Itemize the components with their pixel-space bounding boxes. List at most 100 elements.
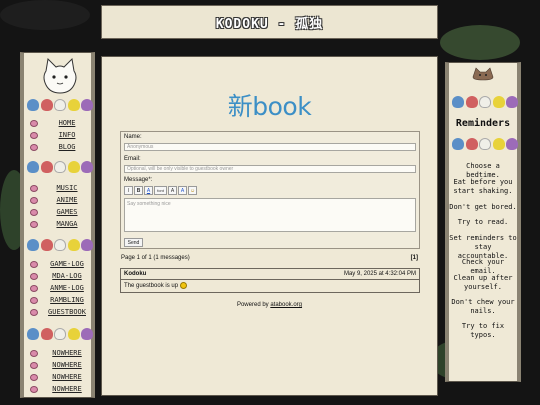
page-number-link[interactable]: [1]	[411, 255, 418, 261]
nav-label: BLOG	[58, 143, 76, 151]
nav-nowhere-2[interactable]: NOWHERE	[30, 361, 92, 369]
critter-icon	[27, 239, 39, 251]
critter-icon	[452, 138, 464, 150]
reminder-item: Set reminders to stay accountable.	[449, 234, 517, 260]
pink-flower-icon	[30, 272, 38, 280]
pink-flower-icon	[30, 373, 38, 381]
pink-flower-icon	[30, 131, 38, 139]
nav-label: MUSIC	[56, 184, 78, 192]
critter-icon	[67, 161, 80, 173]
critter-icon	[54, 99, 66, 111]
reminder-item: Try to fix typos.	[461, 322, 505, 339]
critter-icon	[506, 138, 518, 150]
nav-label: NOWHERE	[52, 385, 82, 393]
critter-row	[27, 99, 93, 112]
critter-icon	[54, 161, 66, 173]
critter-icon	[81, 328, 93, 340]
nav-anime[interactable]: ANIME	[30, 196, 92, 204]
critter-icon	[67, 328, 80, 340]
entry-header: Kodoku May 9, 2025 at 4:32:04 PM	[121, 269, 419, 280]
critter-icon	[40, 99, 53, 111]
reminder-item: Try to read.	[457, 218, 509, 226]
critter-icon	[54, 328, 66, 340]
nav-label: MANGA	[56, 220, 78, 228]
nav-mda-log[interactable]: MDA-LOG	[30, 272, 92, 280]
atabook-link[interactable]: atabook.org	[270, 302, 302, 308]
nav-label: NOWHERE	[52, 373, 82, 381]
bg-foliage	[440, 25, 520, 60]
nav-info[interactable]: INFO	[30, 131, 92, 139]
nav-label: ANME-LOG	[50, 284, 84, 292]
message-label: Message*:	[124, 177, 153, 183]
bold-button[interactable]: B	[134, 186, 143, 195]
nav-label: RAMBLING	[50, 296, 84, 304]
entry-message: The guestbook is up	[124, 282, 179, 289]
site-title: KODOKU - 孤独	[215, 16, 324, 32]
critter-icon	[40, 239, 53, 251]
pink-flower-icon	[30, 284, 38, 292]
send-button[interactable]: Send	[124, 238, 143, 247]
critter-icon	[54, 239, 66, 251]
message-textarea[interactable]: Say something nice	[124, 198, 416, 232]
critter-icon	[465, 96, 478, 108]
site-header: KODOKU - 孤独	[101, 5, 438, 39]
nav-home[interactable]: HOME	[30, 119, 92, 127]
nav-anme-log[interactable]: ANME-LOG	[30, 284, 92, 292]
critter-icon	[479, 138, 491, 150]
email-input[interactable]: Optional, will be only visible to guestb…	[124, 165, 416, 173]
powered-prefix: Powered by	[236, 302, 271, 308]
entry-body: The guestbook is up	[124, 282, 188, 289]
nav-game-log[interactable]: GAME-LOG	[30, 260, 92, 268]
pink-flower-icon	[30, 349, 38, 357]
nav-label: NOWHERE	[52, 349, 82, 357]
nav-nowhere-4[interactable]: NOWHERE	[30, 385, 92, 393]
nav-label: NOWHERE	[52, 361, 82, 369]
pink-flower-icon	[30, 361, 38, 369]
pink-flower-icon	[30, 308, 38, 316]
critter-icon	[492, 138, 505, 150]
critter-icon	[40, 161, 53, 173]
critter-icon	[67, 239, 80, 251]
critter-icon	[27, 161, 39, 173]
pink-flower-icon	[30, 220, 38, 228]
nav-label: GAME-LOG	[50, 260, 84, 268]
guestbook-form: Name: Anonymous Email: Optional, will be…	[120, 131, 420, 249]
critter-row	[27, 161, 93, 174]
nav-games[interactable]: GAMES	[30, 208, 92, 216]
page-info: Page 1 of 1 (1 messages)	[121, 255, 190, 261]
name-input[interactable]: Anonymous	[124, 143, 416, 151]
cat-mascot-icon	[43, 57, 77, 94]
reminder-item: Eat before you start shaking.	[453, 178, 513, 195]
font-button[interactable]: font	[154, 186, 167, 195]
emoji-button[interactable]: ☺	[188, 186, 197, 195]
nav-nowhere-3[interactable]: NOWHERE	[30, 373, 92, 381]
size-button[interactable]: A	[168, 186, 177, 195]
critter-icon	[81, 99, 93, 111]
nav-music[interactable]: MUSIC	[30, 184, 92, 192]
critter-icon	[452, 96, 464, 108]
pink-flower-icon	[30, 119, 38, 127]
bg-foliage	[0, 0, 90, 30]
guestbook-panel: 新book Name: Anonymous Email: Optional, w…	[101, 56, 438, 396]
email-label: Email:	[124, 156, 141, 162]
reminders-sidebar: Reminders Choose a bedtime. Eat before y…	[445, 62, 521, 382]
nav-rambling[interactable]: RAMBLING	[30, 296, 92, 304]
color-button[interactable]: A	[144, 186, 153, 195]
nav-blog[interactable]: BLOG	[30, 143, 92, 151]
italic-button[interactable]: I	[124, 186, 133, 195]
highlight-button[interactable]: A	[178, 186, 187, 195]
critter-row	[452, 138, 518, 151]
cat-face-icon	[472, 67, 494, 81]
guestbook-entry: Kodoku May 9, 2025 at 4:32:04 PM The gue…	[120, 268, 420, 293]
critter-icon	[81, 239, 93, 251]
nav-nowhere-1[interactable]: NOWHERE	[30, 349, 92, 357]
name-label: Name:	[124, 134, 142, 140]
critter-row	[27, 239, 93, 252]
left-sidebar: HOME INFO BLOG MUSIC ANIME GAMES MANGA G…	[20, 52, 95, 398]
nav-label: GUESTBOOK	[48, 308, 86, 316]
nav-guestbook[interactable]: GUESTBOOK	[30, 308, 92, 316]
nav-manga[interactable]: MANGA	[30, 220, 92, 228]
entry-author: Kodoku	[124, 271, 147, 277]
nav-label: ANIME	[56, 196, 78, 204]
critter-icon	[479, 96, 491, 108]
